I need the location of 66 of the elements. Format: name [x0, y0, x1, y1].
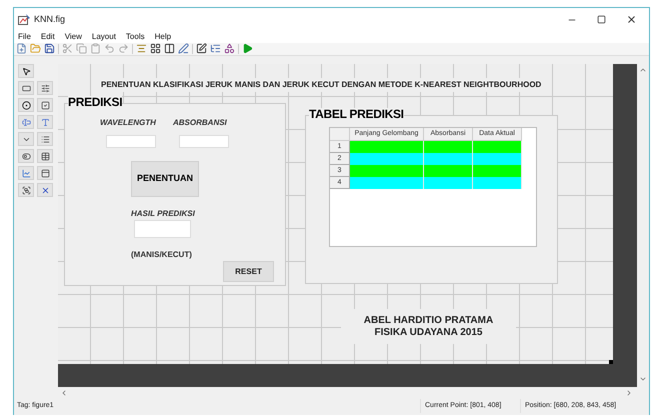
save-icon[interactable]	[44, 43, 55, 54]
run-icon[interactable]	[242, 43, 253, 54]
checkbox-icon	[40, 100, 50, 110]
panel-title: PREDIKSI	[68, 96, 122, 108]
menu-item[interactable]: Layout	[92, 33, 116, 42]
columns-icon[interactable]	[164, 43, 175, 54]
panel-title: TABEL PREDIKSI	[309, 108, 404, 120]
table-tool[interactable]	[37, 149, 53, 163]
close-icon[interactable]	[626, 14, 637, 26]
scroll-right-icon[interactable]	[625, 389, 633, 397]
slider-icon	[40, 84, 50, 92]
listbox-tool[interactable]	[37, 132, 53, 146]
panel-icon	[40, 168, 50, 178]
chart-icon	[22, 168, 30, 178]
scroll-up-icon[interactable]	[639, 66, 647, 74]
author-name: ABEL HARDITIO PRATAMA	[364, 314, 494, 326]
maximize-icon[interactable]	[597, 15, 606, 24]
activex-tool[interactable]	[37, 183, 53, 197]
grid-icon[interactable]	[150, 43, 161, 54]
radio-button-tool[interactable]	[18, 98, 34, 112]
panel-tool[interactable]	[37, 166, 53, 180]
scroll-left-icon[interactable]	[60, 389, 68, 397]
checkbox-tool[interactable]	[37, 98, 53, 112]
menu-item[interactable]: Tools	[126, 33, 145, 42]
table-corner-cell	[330, 128, 350, 141]
popup-menu-tool[interactable]	[18, 132, 34, 146]
absorbansi-label: ABSORBANSI	[173, 117, 227, 129]
hasil-prediksi-field[interactable]	[134, 220, 191, 238]
text-cursor-icon	[22, 118, 30, 126]
slider-tool[interactable]	[37, 81, 53, 95]
new-file-icon[interactable]	[16, 43, 27, 54]
menu-item[interactable]: Edit	[40, 33, 55, 42]
manis-kecut-label: (MANIS/KECUT)	[131, 249, 192, 261]
x-icon	[40, 186, 50, 194]
edit-text-tool[interactable]	[18, 115, 34, 129]
window-title: KNN.fig	[34, 13, 66, 26]
group-icon	[22, 186, 30, 194]
scroll-down-icon[interactable]	[639, 375, 647, 383]
penentuan-button[interactable]: PENENTUAN	[131, 161, 199, 197]
pointer-icon	[22, 66, 30, 76]
push-button-tool[interactable]	[18, 81, 34, 95]
resize-handle[interactable]	[609, 360, 613, 364]
tree-icon[interactable]	[210, 43, 221, 54]
toggle-button-tool[interactable]	[18, 149, 34, 163]
absorbansi-field[interactable]	[179, 135, 229, 148]
shapes-icon[interactable]	[224, 43, 235, 54]
wavelength-label: WAVELENGTH	[100, 117, 156, 129]
list-icon	[40, 134, 50, 144]
text-icon	[40, 118, 50, 126]
wavelength-field[interactable]	[106, 135, 156, 148]
align-icon[interactable]	[136, 43, 147, 54]
figure-window-icon	[18, 14, 31, 26]
reset-button[interactable]: RESET	[223, 261, 274, 282]
edit-window-icon[interactable]	[196, 43, 207, 54]
toggle-icon	[22, 152, 30, 160]
menu-item[interactable]: File	[18, 33, 31, 42]
radio-icon	[22, 100, 30, 110]
menu-item[interactable]: Help	[154, 33, 172, 42]
author-affiliation: FISIKA UDAYANA 2015	[374, 326, 482, 338]
rectangle-icon	[22, 84, 30, 92]
pen-icon[interactable]	[178, 43, 189, 54]
axes-tool[interactable]	[18, 166, 34, 180]
table-icon	[40, 152, 50, 160]
button-group-tool[interactable]	[18, 183, 34, 197]
menu-item[interactable]: View	[64, 33, 82, 42]
hasil-prediksi-label: HASIL PREDIKSI	[131, 208, 195, 220]
